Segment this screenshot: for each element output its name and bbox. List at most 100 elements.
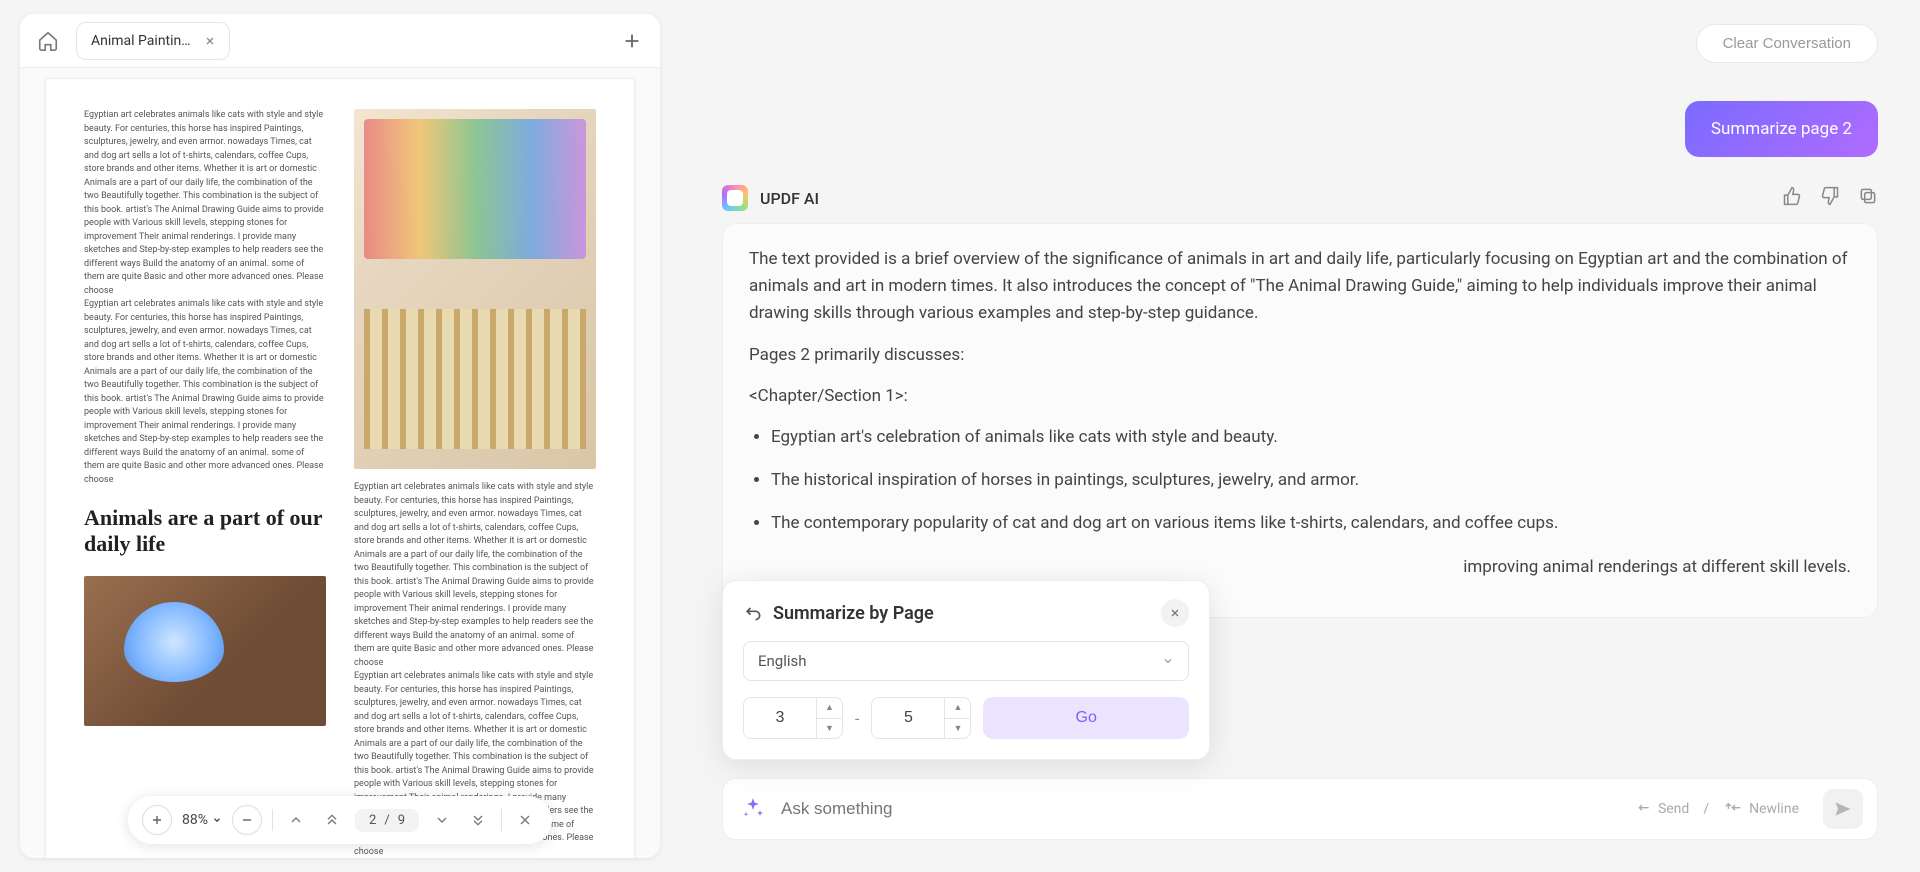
first-page-button[interactable] bbox=[319, 807, 345, 833]
home-icon bbox=[37, 30, 59, 52]
prev-page-button[interactable] bbox=[283, 807, 309, 833]
to-spin: ▲ ▼ bbox=[944, 698, 970, 738]
page-heading: Animals are a part of our daily life bbox=[84, 505, 326, 558]
body-text: Egyptian art celebrates animals like cat… bbox=[84, 298, 326, 487]
zoom-value[interactable]: 88% bbox=[182, 812, 222, 828]
document-tab[interactable]: Animal Paintin… bbox=[76, 22, 230, 60]
newline-hint: Newline bbox=[1723, 801, 1799, 817]
close-icon bbox=[517, 812, 533, 828]
send-hint: Send bbox=[1636, 801, 1689, 817]
composer: Send / Newline bbox=[722, 778, 1878, 840]
newline-hint-label: Newline bbox=[1749, 801, 1799, 817]
copy-button[interactable] bbox=[1858, 186, 1878, 210]
ai-name-label: UPDF AI bbox=[760, 189, 819, 208]
hint-sep: / bbox=[1703, 801, 1709, 817]
copy-icon bbox=[1858, 186, 1878, 206]
next-page-button[interactable] bbox=[429, 807, 455, 833]
from-step-up[interactable]: ▲ bbox=[817, 698, 842, 719]
popup-header: Summarize by Page bbox=[743, 599, 1189, 627]
to-page-stepper: ▲ ▼ bbox=[871, 697, 971, 739]
ai-body: The text provided is a brief overview of… bbox=[722, 223, 1878, 618]
new-tab-button[interactable] bbox=[614, 23, 650, 59]
chevron-up-icon bbox=[288, 812, 304, 828]
enter-icon bbox=[1636, 801, 1652, 817]
send-icon bbox=[1833, 799, 1853, 819]
page-range-row: ▲ ▼ - ▲ ▼ Go bbox=[743, 697, 1189, 739]
ai-paragraph: improving animal renderings at different… bbox=[749, 554, 1851, 581]
zoom-out-button[interactable] bbox=[232, 805, 262, 835]
close-icon bbox=[1169, 607, 1181, 619]
sparkle-icon bbox=[741, 796, 767, 822]
from-page-input[interactable] bbox=[744, 698, 816, 738]
page-left-column: Egyptian art celebrates animals like cat… bbox=[84, 109, 326, 858]
body-text: Egyptian art celebrates animals like cat… bbox=[84, 109, 326, 298]
return-icon bbox=[743, 603, 763, 623]
clear-conversation-button[interactable]: Clear Conversation bbox=[1696, 24, 1878, 63]
page-indicator[interactable]: 2 / 9 bbox=[355, 809, 419, 832]
plus-icon bbox=[150, 813, 164, 827]
language-select[interactable]: English bbox=[743, 641, 1189, 681]
zoom-percent-label: 88% bbox=[182, 812, 208, 828]
separator bbox=[272, 809, 273, 831]
tab-bar: Animal Paintin… bbox=[20, 14, 660, 68]
ai-paragraph: <Chapter/Section 1>: bbox=[749, 383, 1851, 410]
ai-paragraph: Pages 2 primarily discusses: bbox=[749, 342, 1851, 369]
separator bbox=[501, 809, 502, 831]
double-chevron-up-icon bbox=[324, 812, 340, 828]
user-message: Summarize page 2 bbox=[1685, 101, 1878, 157]
to-step-down[interactable]: ▼ bbox=[945, 719, 970, 739]
body-text: Egyptian art celebrates animals like cat… bbox=[354, 481, 596, 670]
ai-message: UPDF AI The text provided is a brief ove… bbox=[722, 185, 1878, 618]
popup-close-button[interactable] bbox=[1161, 599, 1189, 627]
to-page-input[interactable] bbox=[872, 698, 944, 738]
page-image-butterfly bbox=[84, 576, 326, 726]
language-value: English bbox=[758, 652, 807, 670]
current-page: 2 bbox=[369, 813, 376, 828]
close-toolbar-button[interactable] bbox=[512, 807, 538, 833]
chevron-down-icon bbox=[1162, 655, 1174, 667]
shift-enter-icon bbox=[1723, 801, 1743, 817]
minus-icon bbox=[240, 813, 254, 827]
updf-logo-icon bbox=[722, 185, 748, 211]
thumbs-up-icon bbox=[1782, 186, 1802, 206]
to-step-up[interactable]: ▲ bbox=[945, 698, 970, 719]
last-page-button[interactable] bbox=[465, 807, 491, 833]
chat-panel: Clear Conversation Summarize page 2 UPDF… bbox=[676, 14, 1900, 858]
from-spin: ▲ ▼ bbox=[816, 698, 842, 738]
send-hint-label: Send bbox=[1658, 801, 1689, 817]
chat-top-actions: Clear Conversation bbox=[676, 14, 1900, 73]
ai-actions bbox=[1782, 186, 1878, 210]
chevron-down-icon bbox=[212, 815, 222, 825]
document-viewport[interactable]: Egyptian art celebrates animals like cat… bbox=[20, 68, 660, 858]
total-pages: 9 bbox=[398, 813, 405, 828]
range-dash: - bbox=[855, 709, 859, 728]
ai-bullet: The historical inspiration of horses in … bbox=[771, 467, 1851, 494]
document-page: Egyptian art celebrates animals like cat… bbox=[45, 78, 635, 858]
composer-hints: Send / Newline bbox=[1636, 801, 1799, 817]
close-icon bbox=[204, 35, 216, 47]
from-page-stepper: ▲ ▼ bbox=[743, 697, 843, 739]
close-tab-button[interactable] bbox=[201, 32, 219, 50]
zoom-in-button[interactable] bbox=[142, 805, 172, 835]
home-button[interactable] bbox=[30, 23, 66, 59]
plus-icon bbox=[621, 30, 643, 52]
from-step-down[interactable]: ▼ bbox=[817, 719, 842, 739]
thumbs-down-button[interactable] bbox=[1820, 186, 1840, 210]
zoom-toolbar: 88% 2 / 9 bbox=[128, 796, 552, 844]
go-button[interactable]: Go bbox=[983, 697, 1189, 739]
chat-input[interactable] bbox=[781, 799, 1622, 819]
page-image-paints bbox=[354, 109, 596, 469]
thumbs-up-button[interactable] bbox=[1782, 186, 1802, 210]
chevron-down-icon bbox=[434, 812, 450, 828]
ai-header: UPDF AI bbox=[722, 185, 1878, 211]
ai-paragraph: The text provided is a brief overview of… bbox=[749, 246, 1851, 328]
ai-bullet-list: Egyptian art's celebration of animals li… bbox=[771, 424, 1851, 538]
thumbs-down-icon bbox=[1820, 186, 1840, 206]
double-chevron-down-icon bbox=[470, 812, 486, 828]
summarize-by-page-popup: Summarize by Page English ▲ ▼ - ▲ bbox=[722, 580, 1210, 760]
ai-bullet: Egyptian art's celebration of animals li… bbox=[771, 424, 1851, 451]
ai-bullet: The contemporary popularity of cat and d… bbox=[771, 510, 1851, 537]
document-tab-title: Animal Paintin… bbox=[91, 33, 191, 49]
send-button[interactable] bbox=[1823, 789, 1863, 829]
page-right-column: Egyptian art celebrates animals like cat… bbox=[354, 109, 596, 858]
